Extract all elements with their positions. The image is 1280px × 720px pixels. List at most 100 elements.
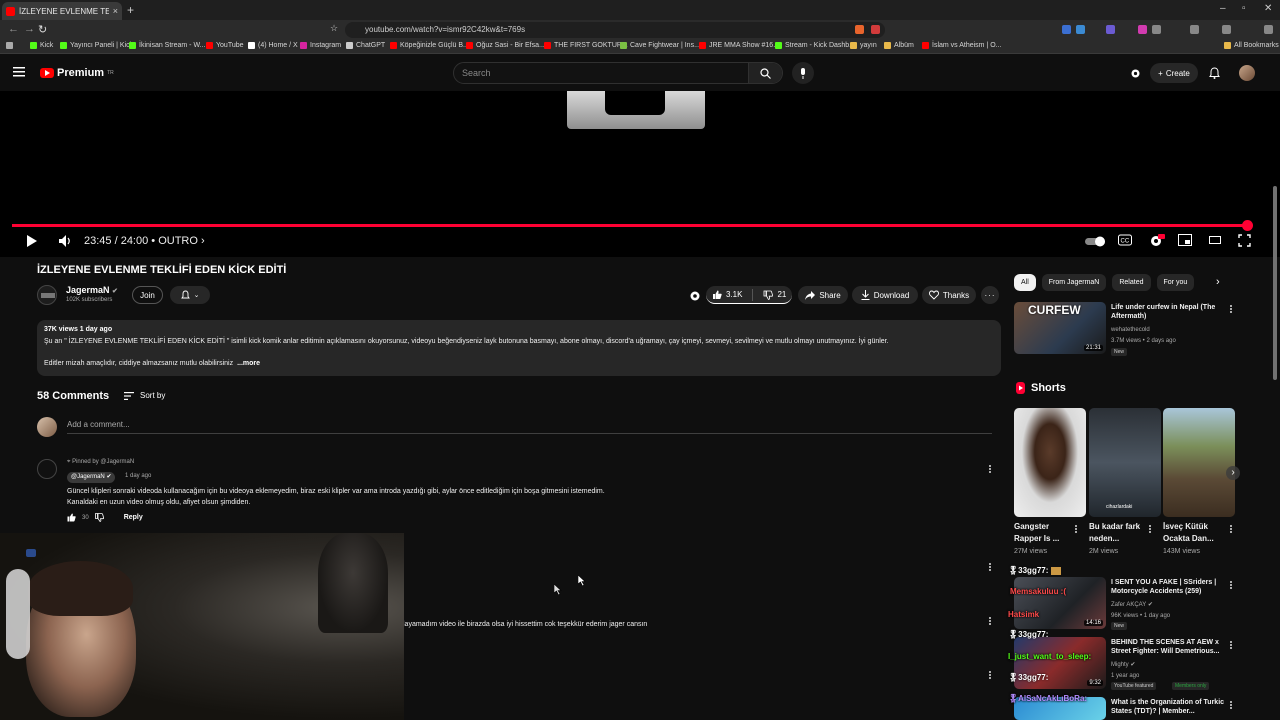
add-comment-input[interactable]: Add a comment... bbox=[67, 420, 992, 434]
description-box[interactable]: 37K views 1 day ago Şu an " İZLEYENE EVL… bbox=[37, 320, 1001, 376]
related-video-title[interactable]: BEHIND THE SCENES AT AEW x Street Fighte… bbox=[1111, 638, 1229, 656]
video-player[interactable]: 23:45 / 24:00 • OUTRO › CC bbox=[0, 91, 1280, 257]
thanks-button[interactable]: Thanks bbox=[922, 286, 976, 304]
play-icon[interactable] bbox=[26, 234, 38, 248]
search-button[interactable] bbox=[748, 63, 782, 83]
bookmark-item[interactable]: İslam vs Atheism | O... bbox=[922, 42, 1002, 49]
thumbs-down-icon[interactable] bbox=[94, 513, 104, 522]
voice-search-button[interactable] bbox=[792, 62, 814, 84]
extension-icon[interactable] bbox=[1152, 25, 1161, 34]
extension-icon[interactable] bbox=[1190, 25, 1199, 34]
chevron-right-icon[interactable]: › bbox=[1216, 276, 1220, 288]
browser-tab[interactable]: İZLEYENE EVLENME TEKLİFİ EDE × bbox=[2, 2, 122, 20]
extension-icon[interactable] bbox=[1138, 25, 1147, 34]
autoplay-toggle-icon[interactable] bbox=[1085, 236, 1107, 247]
comment-menu-icon[interactable] bbox=[988, 562, 992, 572]
bookmark-item[interactable]: (4) Home / X bbox=[248, 42, 298, 49]
short-thumbnail[interactable] bbox=[1014, 408, 1086, 517]
reload-icon[interactable]: ↻ bbox=[38, 23, 47, 36]
page-scrollbar[interactable] bbox=[1273, 186, 1277, 380]
comment-menu-icon[interactable] bbox=[988, 616, 992, 626]
short-title[interactable]: Bu kadar fark neden... bbox=[1089, 521, 1149, 545]
close-tab-icon[interactable]: × bbox=[113, 6, 118, 16]
short-title[interactable]: İsveç Kütük Ocakta Dan... bbox=[1163, 521, 1229, 545]
short-title[interactable]: Gangster Rapper Is ... bbox=[1014, 521, 1074, 545]
back-icon[interactable]: ← bbox=[8, 23, 19, 35]
bookmark-item[interactable]: Köpeğinizle Güçlü B... bbox=[390, 42, 469, 49]
short-menu-icon[interactable] bbox=[1148, 524, 1152, 534]
comment-menu-icon[interactable] bbox=[988, 670, 992, 680]
chip-all[interactable]: All bbox=[1014, 274, 1036, 291]
hamburger-menu-icon[interactable] bbox=[13, 67, 25, 77]
captions-icon[interactable]: CC bbox=[1118, 234, 1132, 246]
brave-icon[interactable] bbox=[855, 25, 864, 34]
bookmark-item[interactable]: THE FIRST GOKTUR... bbox=[544, 42, 628, 49]
share-button[interactable]: Share bbox=[798, 286, 848, 304]
new-tab-icon[interactable]: + bbox=[127, 3, 134, 17]
progress-bar[interactable] bbox=[12, 220, 1253, 231]
video-menu-icon[interactable] bbox=[1229, 580, 1233, 590]
short-menu-icon[interactable] bbox=[1229, 524, 1233, 534]
bookmark-item[interactable]: İkinisan Stream - W... bbox=[129, 42, 206, 49]
close-window-icon[interactable]: ✕ bbox=[1264, 3, 1272, 14]
chip-for-you[interactable]: For you bbox=[1156, 274, 1195, 291]
video-menu-icon[interactable] bbox=[1229, 700, 1233, 710]
bookmark-item[interactable]: Yayıncı Paneli | Kick bbox=[60, 42, 133, 49]
bookmark-item[interactable]: Stream - Kick Dashb... bbox=[775, 42, 855, 49]
extension-icon[interactable] bbox=[1222, 25, 1231, 34]
url-field[interactable]: youtube.com/watch?v=ismr92C42kw&t=769s bbox=[345, 22, 885, 38]
subscription-bell-button[interactable]: ⌄ bbox=[170, 286, 210, 304]
related-video-title[interactable]: Life under curfew in Nepal (The Aftermat… bbox=[1111, 303, 1223, 321]
theater-mode-icon[interactable] bbox=[1209, 236, 1221, 244]
fullscreen-icon[interactable] bbox=[1238, 234, 1251, 247]
bookmark-item[interactable]: YouTube bbox=[206, 42, 244, 49]
bookmark-item[interactable]: JRE MMA Show #16... bbox=[699, 42, 779, 49]
bookmark-item[interactable]: Cave Fightwear | Ins... bbox=[620, 42, 700, 49]
sort-by-button[interactable]: Sort by bbox=[124, 391, 165, 400]
bookmark-item[interactable]: Kick bbox=[30, 42, 53, 49]
related-channel[interactable]: Mighty ✔ bbox=[1111, 661, 1135, 669]
video-menu-icon[interactable] bbox=[1229, 304, 1233, 314]
chapter-label[interactable]: • OUTRO › bbox=[151, 235, 204, 247]
related-video-title[interactable]: What is the Organization of Turkic State… bbox=[1111, 698, 1229, 716]
next-shorts-icon[interactable]: › bbox=[1226, 466, 1240, 480]
bookmark-folder[interactable]: Albüm bbox=[884, 42, 914, 49]
clip-star-icon[interactable] bbox=[689, 290, 701, 302]
settings-icon[interactable] bbox=[1149, 234, 1165, 248]
reply-button[interactable]: Reply bbox=[124, 514, 143, 521]
comment-author-chip[interactable]: @JagermaN ✔ bbox=[67, 472, 116, 483]
channel-avatar[interactable] bbox=[37, 285, 57, 305]
youtube-premium-logo[interactable]: Premium TR bbox=[40, 67, 114, 79]
miniplayer-icon[interactable] bbox=[1178, 234, 1192, 246]
chip-from-channel[interactable]: From JagermaN bbox=[1041, 274, 1107, 291]
more-actions-button[interactable]: ··· bbox=[981, 286, 999, 304]
maximize-icon[interactable]: ▫ bbox=[1242, 3, 1246, 14]
bookmark-item[interactable]: Instagram bbox=[300, 42, 341, 49]
create-button[interactable]: + Create bbox=[1150, 63, 1198, 83]
related-channel[interactable]: wehatethecold bbox=[1111, 326, 1150, 334]
video-menu-icon[interactable] bbox=[1229, 640, 1233, 650]
alert-icon[interactable] bbox=[871, 25, 880, 34]
video-thumbnail[interactable]: 14:16 bbox=[1014, 577, 1106, 629]
minimize-icon[interactable]: – bbox=[1220, 3, 1226, 14]
thumbs-up-icon[interactable] bbox=[67, 513, 76, 522]
channel-name[interactable]: JagermaN ✔ bbox=[66, 285, 118, 295]
extension-icon[interactable] bbox=[1106, 25, 1115, 34]
bookmark-folder[interactable]: yayın bbox=[850, 42, 877, 49]
extension-icon[interactable] bbox=[1062, 25, 1071, 34]
related-video-title[interactable]: I SENT YOU A FAKE | SSriders | Motorcycl… bbox=[1111, 578, 1229, 596]
progress-scrubber[interactable] bbox=[1242, 220, 1253, 231]
join-button[interactable]: Join bbox=[132, 286, 163, 304]
video-thumbnail[interactable]: CURFEW 21:31 bbox=[1014, 302, 1106, 354]
comment-timestamp[interactable]: 1 day ago bbox=[125, 473, 151, 479]
volume-icon[interactable] bbox=[58, 234, 72, 248]
all-bookmarks[interactable]: All Bookmarks bbox=[1224, 42, 1279, 49]
short-thumbnail[interactable]: cihazlardaki bbox=[1089, 408, 1161, 517]
short-menu-icon[interactable] bbox=[1074, 524, 1078, 534]
bookmark-item[interactable]: ChatGPT bbox=[346, 42, 385, 49]
comment-author-avatar[interactable] bbox=[37, 459, 57, 479]
search-input[interactable] bbox=[454, 63, 744, 83]
like-button[interactable]: 3.1K bbox=[712, 290, 742, 300]
show-more-link[interactable]: ...more bbox=[237, 360, 260, 367]
related-channel[interactable]: Zafer AKÇAY ✔ bbox=[1111, 601, 1153, 609]
